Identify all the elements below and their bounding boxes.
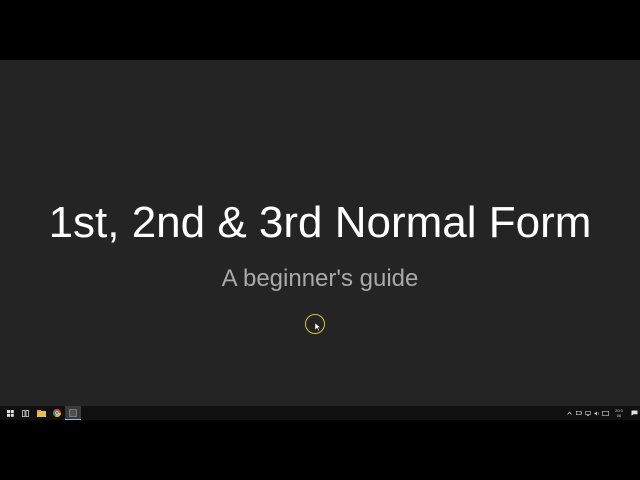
- mouse-cursor-icon: [315, 323, 321, 331]
- presentation-slide: 1st, 2nd & 3rd Normal Form A beginner's …: [0, 60, 640, 406]
- letterbox-bottom: [0, 420, 640, 480]
- action-center-icon[interactable]: [628, 406, 640, 420]
- app-window-icon[interactable]: [65, 406, 81, 420]
- keyboard-icon[interactable]: [601, 406, 610, 420]
- volume-icon[interactable]: [592, 406, 601, 420]
- desktop-screen: 1st, 2nd & 3rd Normal Form A beginner's …: [0, 60, 640, 420]
- chevron-up-icon[interactable]: [565, 406, 574, 420]
- chrome-icon[interactable]: [49, 406, 65, 420]
- clock-date: 06: [616, 413, 622, 418]
- letterbox-top: [0, 0, 640, 60]
- windows-start-icon[interactable]: [2, 406, 18, 420]
- system-tray: 20:0 06: [565, 406, 640, 420]
- network-icon[interactable]: [583, 406, 592, 420]
- taskbar-clock[interactable]: 20:0 06: [610, 406, 628, 420]
- taskbar: 20:0 06: [0, 406, 640, 420]
- slide-subtitle: A beginner's guide: [221, 265, 419, 292]
- task-view-icon[interactable]: [17, 406, 33, 420]
- file-explorer-icon[interactable]: [33, 406, 49, 420]
- battery-icon[interactable]: [574, 406, 583, 420]
- slide-title: 1st, 2nd & 3rd Normal Form: [48, 198, 592, 247]
